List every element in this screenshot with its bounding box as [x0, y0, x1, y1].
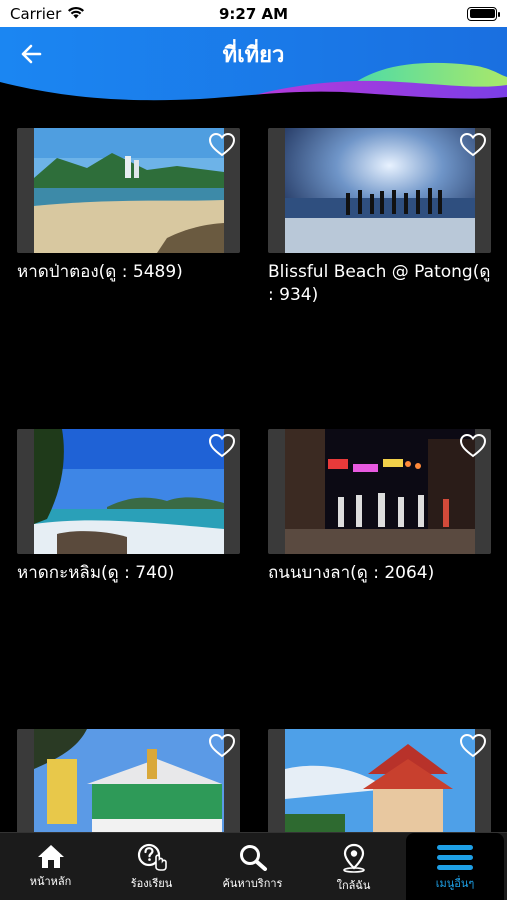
nav-item-search-service[interactable]: ค้นหาบริการ: [202, 833, 303, 900]
battery-icon: [467, 6, 500, 21]
home-icon: [37, 845, 64, 868]
place-label: หาดกะหลิม(ดู : 740): [17, 563, 175, 583]
place-image[interactable]: [268, 128, 491, 253]
night-street-photo: [268, 429, 491, 554]
nav-label: หน้าหลัก: [29, 875, 72, 888]
place-image[interactable]: [17, 429, 240, 554]
wifi-icon: [67, 5, 85, 23]
beach-photo: [17, 429, 240, 554]
nav-item-near-me[interactable]: ใกล้ฉัน: [303, 833, 404, 900]
nav-label: ร้องเรียน: [130, 877, 173, 890]
place-label: หาดป่าตอง(ดู : 5489): [17, 262, 183, 282]
place-card[interactable]: Blissful Beach @ Patong(ดู : 934): [268, 128, 491, 307]
search-icon: [239, 845, 267, 871]
favorite-heart-icon[interactable]: [208, 733, 236, 759]
place-image[interactable]: [17, 128, 240, 253]
help-tap-icon: [137, 843, 167, 871]
nav-label: ค้นหาบริการ: [222, 877, 283, 890]
nav-label: เมนูอื่นๆ: [435, 877, 475, 890]
place-image[interactable]: [268, 429, 491, 554]
status-bar: Carrier 9:27 AM: [0, 0, 507, 27]
app-header: ที่เที่ยว: [0, 27, 507, 110]
location-pin-icon: [342, 843, 365, 873]
nav-label: ใกล้ฉัน: [336, 879, 371, 892]
favorite-heart-icon[interactable]: [459, 433, 487, 459]
page-title: ที่เที่ยว: [222, 43, 285, 68]
beach-photo: [17, 128, 240, 253]
carrier-label: Carrier: [10, 4, 62, 23]
favorite-heart-icon[interactable]: [208, 132, 236, 158]
place-label: Blissful Beach @ Patong(ดู : 934): [268, 262, 491, 305]
nav-item-more-menu[interactable]: เมนูอื่นๆ: [406, 833, 504, 900]
place-card[interactable]: ถนนบางลา(ดู : 2064): [268, 429, 491, 585]
beach-silhouettes-photo: [268, 128, 491, 253]
nav-item-complaint[interactable]: ร้องเรียน: [101, 833, 202, 900]
favorite-heart-icon[interactable]: [459, 132, 487, 158]
place-label: ถนนบางลา(ดู : 2064): [268, 563, 435, 583]
place-card[interactable]: หาดป่าตอง(ดู : 5489): [17, 128, 240, 284]
favorite-heart-icon[interactable]: [459, 733, 487, 759]
nav-item-home[interactable]: หน้าหลัก: [0, 833, 101, 900]
hamburger-menu-icon: [437, 845, 473, 870]
place-card[interactable]: หาดกะหลิม(ดู : 740): [17, 429, 240, 585]
bottom-nav: หน้าหลัก ร้องเรียน ค้นหาบริการ ใกล้ฉัน เ…: [0, 832, 507, 900]
favorite-heart-icon[interactable]: [208, 433, 236, 459]
